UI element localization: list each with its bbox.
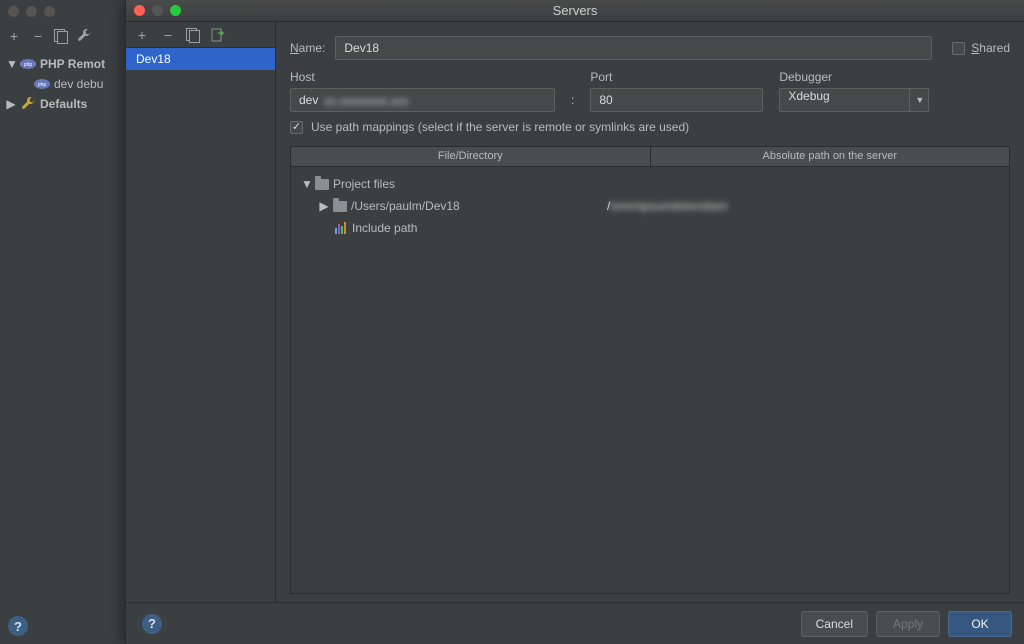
- import-icon[interactable]: [210, 27, 226, 43]
- path-mappings-header: File/Directory Absolute path on the serv…: [291, 147, 1009, 167]
- tree-label: dev debu: [54, 77, 103, 91]
- use-path-mappings-checkbox[interactable]: [290, 121, 303, 134]
- debugger-label: Debugger: [779, 70, 929, 84]
- map-row-project-files[interactable]: ▼ Project files: [297, 173, 1003, 195]
- col-file-directory: File/Directory: [291, 147, 651, 166]
- host-port-colon: :: [571, 93, 574, 112]
- shared-checkbox[interactable]: [952, 42, 965, 55]
- host-label: Host: [290, 70, 555, 84]
- remove-icon[interactable]: −: [30, 28, 46, 44]
- shared-label[interactable]: Shared: [971, 41, 1010, 55]
- dialog-title: Servers: [126, 3, 1024, 18]
- copy-icon[interactable]: [186, 28, 200, 42]
- name-input[interactable]: [335, 36, 932, 60]
- path-mappings-table: File/Directory Absolute path on the serv…: [290, 146, 1010, 594]
- col-absolute-path: Absolute path on the server: [651, 147, 1010, 166]
- chevron-down-icon[interactable]: ▼: [909, 88, 929, 112]
- traffic-max-icon: [44, 6, 55, 17]
- svg-text:php: php: [24, 62, 33, 68]
- ok-button[interactable]: OK: [948, 611, 1012, 637]
- server-list-toolbar: + −: [126, 22, 275, 48]
- traffic-min-icon: [26, 6, 37, 17]
- chevron-down-icon[interactable]: ▼: [301, 177, 311, 191]
- tree-label: Defaults: [40, 97, 87, 111]
- server-form: Name: Shared Host xx.xxxxxxxx.xxx : Port: [276, 22, 1024, 602]
- folder-icon: [315, 179, 329, 190]
- servers-dialog: Servers + − Dev18 Name: Shared: [125, 0, 1024, 644]
- map-row-include-path[interactable]: Include path: [297, 217, 1003, 239]
- help-icon[interactable]: ?: [8, 616, 28, 636]
- cancel-button[interactable]: Cancel: [801, 611, 868, 637]
- host-input[interactable]: [290, 88, 555, 112]
- folder-icon: [333, 201, 347, 212]
- wrench-icon: [20, 96, 36, 112]
- chevron-right-icon[interactable]: ▶: [319, 199, 329, 213]
- chevron-down-icon: ▼: [6, 57, 16, 71]
- server-list-pane: + − Dev18: [126, 22, 276, 602]
- debugger-select[interactable]: Xdebug: [779, 88, 929, 112]
- server-list[interactable]: Dev18: [126, 48, 275, 602]
- map-label: Project files: [333, 177, 395, 191]
- map-local-path: /Users/paulm/Dev18: [351, 199, 460, 213]
- dialog-titlebar: Servers: [126, 0, 1024, 22]
- help-icon[interactable]: ?: [142, 614, 162, 634]
- map-remote-path[interactable]: /loremipsumdolorsitam: [607, 199, 728, 213]
- php-icon: php: [20, 56, 36, 72]
- wrench-icon[interactable]: [76, 28, 92, 44]
- dialog-footer: ? Cancel Apply OK: [126, 602, 1024, 644]
- map-row-local-path[interactable]: ▶ /Users/paulm/Dev18 /loremipsumdolorsit…: [297, 195, 1003, 217]
- name-label: Name:: [290, 41, 325, 55]
- map-label: Include path: [352, 221, 417, 235]
- php-icon: php: [34, 76, 50, 92]
- remove-icon[interactable]: −: [160, 27, 176, 43]
- port-input[interactable]: [590, 88, 763, 112]
- add-icon[interactable]: +: [134, 27, 150, 43]
- svg-text:php: php: [38, 82, 47, 88]
- tree-label: PHP Remot: [40, 57, 105, 71]
- chevron-right-icon: ▶: [6, 97, 16, 111]
- include-path-icon: [335, 222, 346, 234]
- use-path-mappings-label[interactable]: Use path mappings (select if the server …: [311, 120, 689, 134]
- port-label: Port: [590, 70, 763, 84]
- apply-button[interactable]: Apply: [876, 611, 940, 637]
- traffic-close-icon: [8, 6, 19, 17]
- copy-icon[interactable]: [54, 29, 68, 43]
- server-list-item[interactable]: Dev18: [126, 48, 275, 70]
- add-icon[interactable]: +: [6, 28, 22, 44]
